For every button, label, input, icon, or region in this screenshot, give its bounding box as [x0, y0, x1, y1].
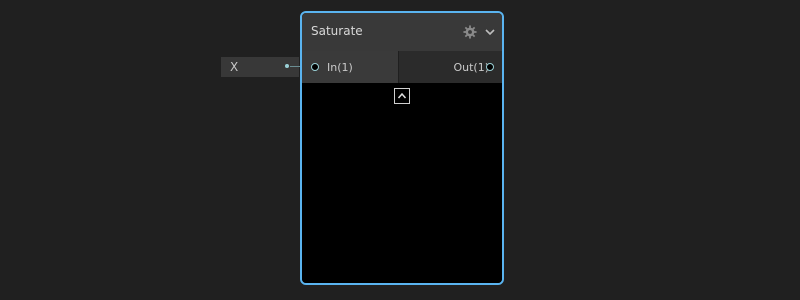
axis-label-x: X: [230, 60, 239, 74]
node-preview: [302, 83, 502, 283]
input-port-connector[interactable]: [311, 63, 319, 71]
inline-input-port-field: X: [221, 57, 493, 77]
ports-row: In(1) Out(1): [302, 51, 502, 83]
node-title: Saturate: [311, 24, 363, 38]
gear-icon[interactable]: [463, 25, 477, 39]
node-header[interactable]: Saturate: [302, 13, 502, 52]
chevron-up-icon: [397, 92, 407, 99]
input-ports: In(1): [302, 51, 398, 83]
output-port-label: Out(1): [453, 61, 489, 74]
inline-input-connector-dot[interactable]: [285, 64, 289, 68]
collapse-preview-button[interactable]: [394, 88, 410, 104]
graph-canvas[interactable]: X Saturate: [0, 0, 800, 300]
saturate-node[interactable]: Saturate In(1) Out(1): [300, 11, 504, 285]
output-port-connector[interactable]: [486, 63, 494, 71]
chevron-down-icon[interactable]: [484, 26, 496, 38]
input-port-label: In(1): [327, 61, 353, 74]
